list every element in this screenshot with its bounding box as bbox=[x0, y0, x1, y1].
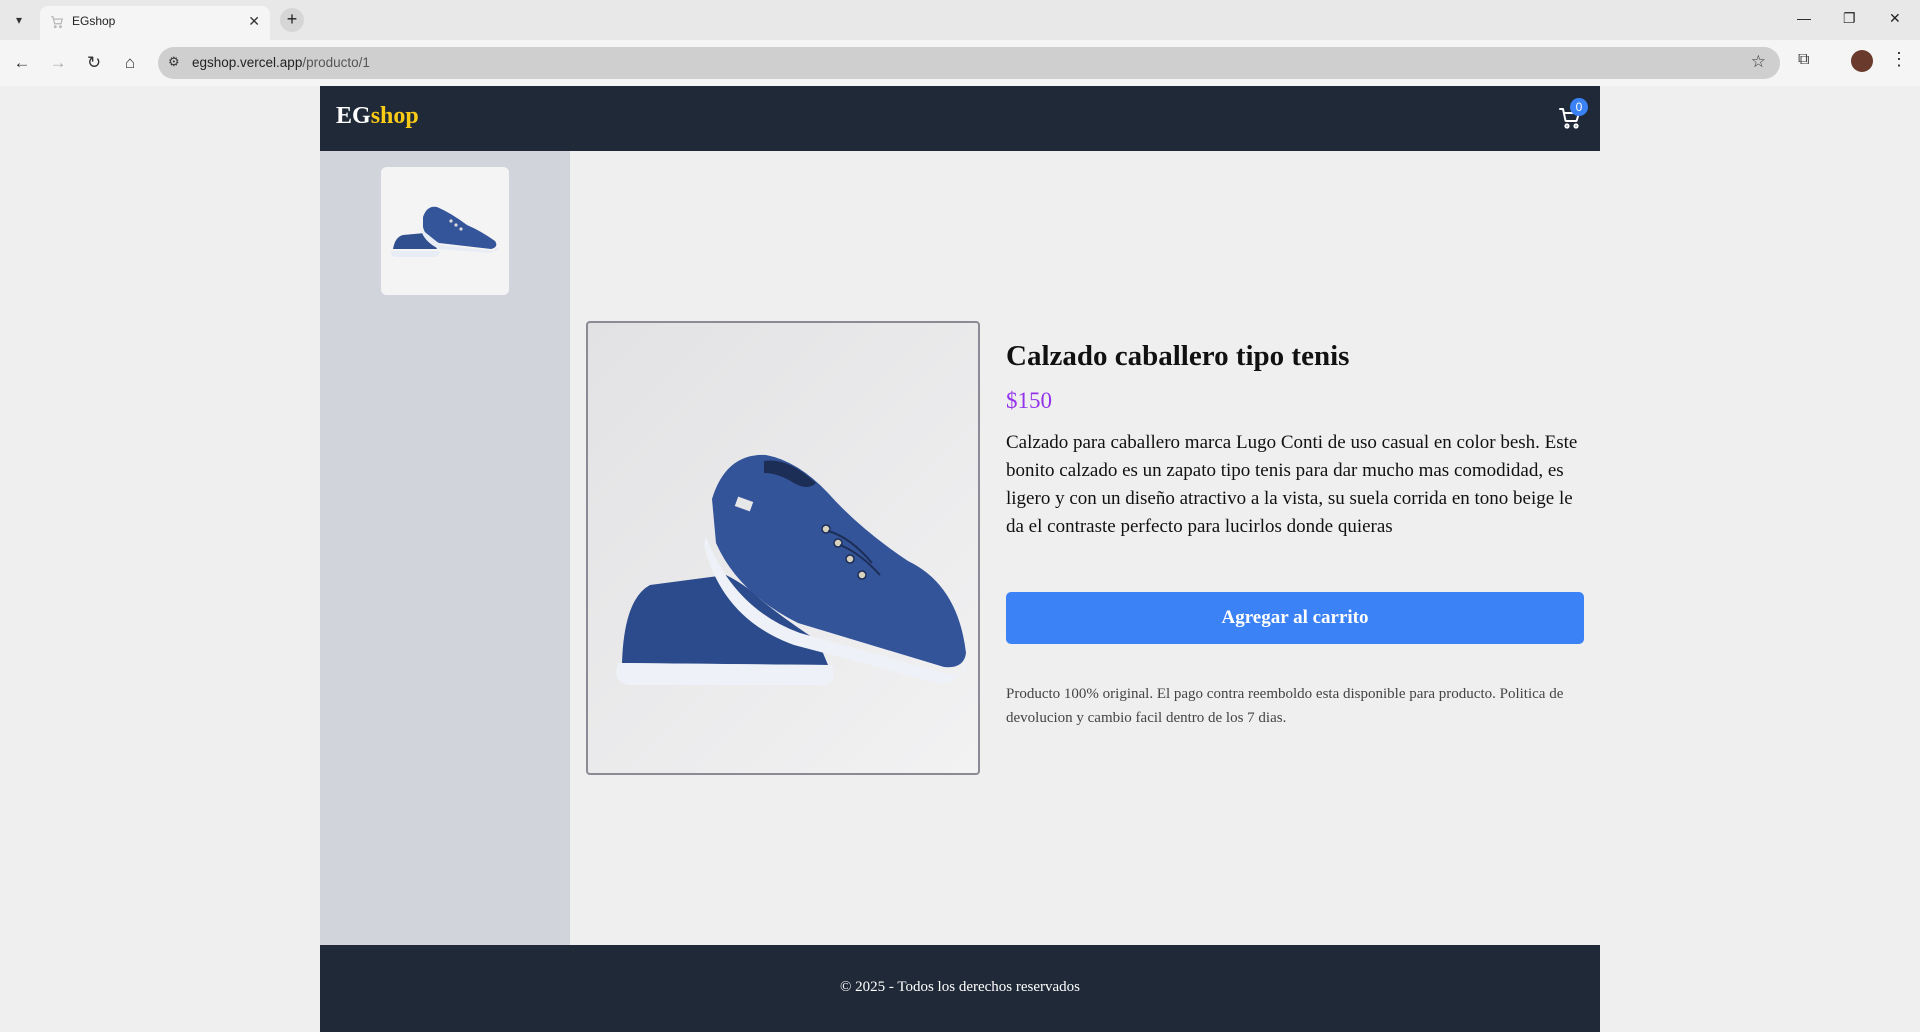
bookmark-star-icon[interactable]: ☆ bbox=[1751, 52, 1766, 72]
minimize-icon[interactable]: — bbox=[1797, 10, 1811, 26]
browser-toolbar: ← → ↻ ⌂ ⚙ egshop.vercel.app/producto/1 ☆… bbox=[0, 40, 1920, 86]
address-bar[interactable]: ⚙ egshop.vercel.app/producto/1 ☆ bbox=[158, 47, 1780, 79]
site-header: EGshop 0 bbox=[320, 86, 1600, 151]
back-icon[interactable]: ← bbox=[12, 53, 32, 73]
forward-icon[interactable]: → bbox=[48, 53, 68, 73]
copyright-text: © 2025 - Todos los derechos reservados bbox=[839, 979, 1081, 995]
url-text[interactable]: egshop.vercel.app/producto/1 bbox=[192, 55, 370, 70]
home-icon[interactable]: ⌂ bbox=[120, 53, 140, 73]
product-price: $150 bbox=[1006, 388, 1052, 413]
product-image bbox=[586, 321, 980, 775]
product-description: Calzado para caballero marca Lugo Conti … bbox=[1006, 432, 1578, 537]
tab-title: EGshop bbox=[72, 14, 116, 28]
product-detail: Calzado caballero tipo tenis $150 Calzad… bbox=[570, 151, 1600, 945]
product-title: Calzado caballero tipo tenis bbox=[1006, 340, 1350, 372]
product-thumbnail[interactable] bbox=[381, 167, 509, 295]
site-container: EGshop 0 Calzado caballero tipo tenis $1… bbox=[320, 86, 1600, 1032]
site-info-icon[interactable]: ⚙ bbox=[168, 54, 180, 70]
site-logo[interactable]: EGshop bbox=[336, 103, 419, 130]
browser-menu-icon[interactable]: ⋮ bbox=[1890, 49, 1908, 70]
browser-tabbar: ▾ EGshop ✕ + — ❐ ✕ bbox=[0, 0, 1920, 40]
reload-icon[interactable]: ↻ bbox=[84, 53, 104, 73]
restore-icon[interactable]: ❐ bbox=[1843, 10, 1856, 27]
url-host: egshop.vercel.app bbox=[192, 55, 303, 70]
site-footer: © 2025 - Todos los derechos reservados bbox=[320, 945, 1600, 1032]
logo-main: EG bbox=[336, 103, 371, 129]
thumbnail-sidebar bbox=[320, 151, 570, 945]
new-tab-button[interactable]: + bbox=[280, 8, 304, 32]
product-policy-note: Producto 100% original. El pago contra r… bbox=[1006, 686, 1564, 726]
tab-search-chevron-icon[interactable]: ▾ bbox=[10, 11, 28, 29]
url-path: /producto/1 bbox=[302, 55, 370, 70]
logo-accent: shop bbox=[370, 103, 419, 129]
cart-favicon-icon bbox=[50, 15, 64, 29]
product-info: Calzado caballero tipo tenis $150 Calzad… bbox=[1006, 337, 1584, 745]
profile-avatar[interactable] bbox=[1851, 50, 1873, 72]
window-close-icon[interactable]: ✕ bbox=[1889, 10, 1901, 27]
extensions-icon[interactable]: ⧉ bbox=[1798, 51, 1809, 69]
browser-tab[interactable]: EGshop ✕ bbox=[40, 6, 270, 40]
cart-count-badge: 0 bbox=[1570, 98, 1588, 116]
add-to-cart-button[interactable]: Agregar al carrito bbox=[1006, 592, 1584, 644]
tab-close-icon[interactable]: ✕ bbox=[248, 13, 260, 30]
